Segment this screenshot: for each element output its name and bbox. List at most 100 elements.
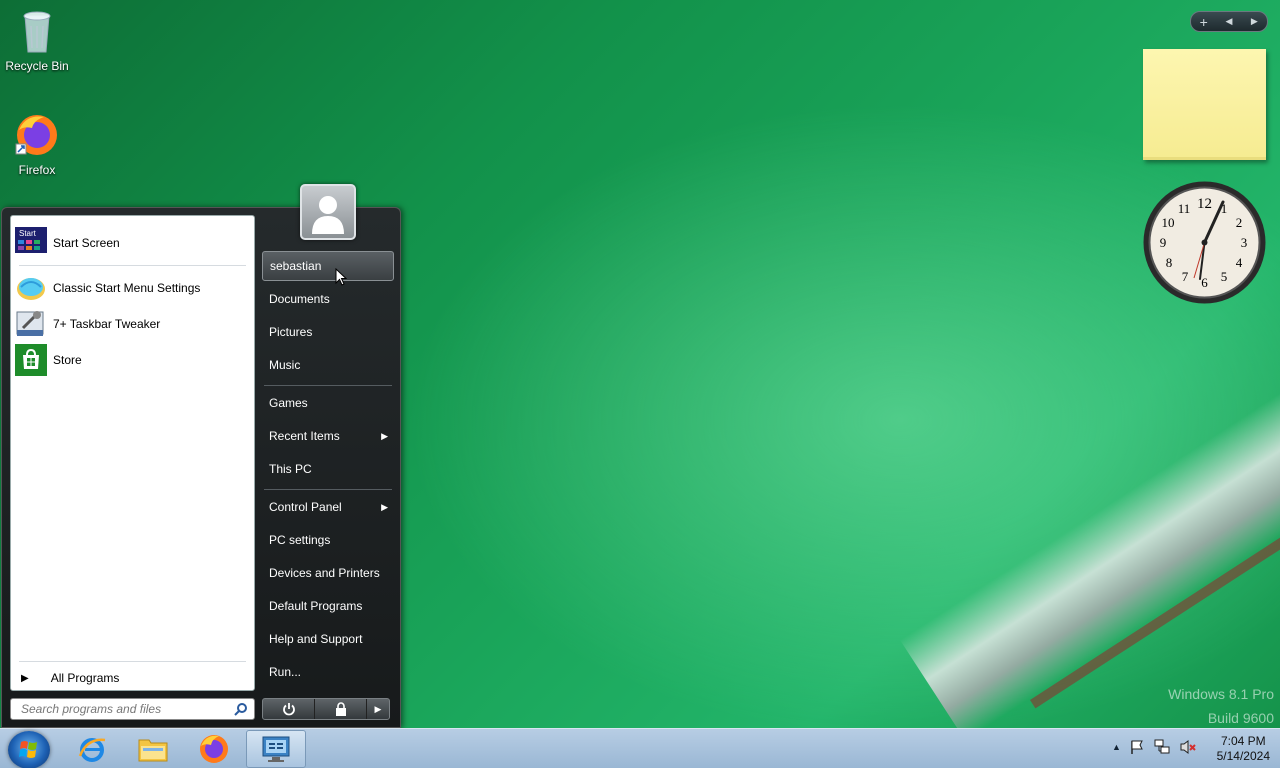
menu-item-label: Pictures: [269, 325, 313, 339]
power-buttons: ▶: [262, 698, 390, 720]
menu-item-this-pc[interactable]: This PC: [262, 454, 394, 484]
os-watermark-build: Build 9600: [1207, 710, 1274, 726]
menu-item-label: Help and Support: [269, 632, 363, 646]
start-button[interactable]: [8, 731, 50, 768]
analog-clock-face: 12 1 2 3 4 5 6 7 8 9 10 11: [1143, 181, 1266, 304]
os-watermark-edition: Windows 8.1 Pro: [1168, 686, 1274, 702]
menu-item-label: Control Panel: [269, 500, 342, 514]
control-panel-icon: [262, 736, 290, 762]
network-icon[interactable]: [1153, 739, 1171, 755]
clock-number: 5: [1221, 269, 1228, 284]
menu-item-documents[interactable]: Documents: [262, 284, 394, 314]
pinned-item-label: 7+ Taskbar Tweaker: [53, 317, 161, 331]
clock-number: 7: [1182, 269, 1189, 284]
menu-item-label: Music: [269, 358, 301, 372]
clock-number: 3: [1241, 235, 1248, 250]
taskbar-control-panel[interactable]: [246, 730, 306, 768]
clock-gadget[interactable]: 12 1 2 3 4 5 6 7 8 9 10 11: [1142, 180, 1267, 305]
programs-separator: [19, 265, 246, 266]
pinned-item-label: Classic Start Menu Settings: [53, 281, 201, 295]
menu-item-label: Run...: [269, 665, 302, 679]
system-tray: ▲: [1112, 739, 1197, 755]
taskbar-internet-explorer[interactable]: [62, 730, 122, 768]
pinned-store[interactable]: Store: [15, 343, 251, 377]
store-icon: [15, 344, 47, 376]
pinned-classic-start-menu-settings[interactable]: Classic Start Menu Settings: [15, 271, 251, 305]
action-center-flag-icon[interactable]: [1129, 739, 1145, 755]
taskbar: ▲ 7:04 PM 5/14/2024: [0, 728, 1280, 768]
prev-gadget-button[interactable]: ◀: [1216, 16, 1241, 27]
submenu-arrow-icon: ▶: [381, 501, 388, 512]
triangle-right-icon: ▶: [374, 703, 382, 714]
sticky-note-gadget[interactable]: [1143, 49, 1266, 160]
menu-item-label: Documents: [269, 292, 330, 306]
clock-number: 6: [1201, 275, 1208, 290]
menu-item-run[interactable]: Run...: [262, 657, 394, 687]
menu-item-label: Default Programs: [269, 599, 363, 613]
all-programs-separator: [19, 661, 246, 662]
clock-time: 7:04 PM: [1220, 734, 1266, 748]
menu-item-games[interactable]: Games: [262, 388, 394, 418]
search-icon: [234, 702, 248, 719]
user-avatar[interactable]: [300, 184, 356, 240]
desktop-icon-label: Firefox: [18, 163, 56, 177]
wallpaper-streak: [1030, 482, 1280, 709]
clock-date: 5/14/2024: [1216, 749, 1270, 763]
taskbar-file-explorer[interactable]: [123, 730, 183, 768]
pinned-item-label: Start Screen: [53, 236, 120, 250]
menu-separator: [264, 385, 392, 386]
power-options-button[interactable]: ▶: [367, 699, 389, 719]
pinned-taskbar-tweaker[interactable]: 7+ Taskbar Tweaker: [15, 307, 251, 341]
gadget-toolbar: + ◀ ▶: [1190, 11, 1268, 32]
all-programs-button[interactable]: ▶ All Programs: [21, 668, 119, 688]
menu-item-label: Games: [269, 396, 308, 410]
all-programs-label: All Programs: [50, 671, 120, 685]
menu-separator: [264, 489, 392, 490]
menu-item-music[interactable]: Music: [262, 350, 394, 380]
clock-number: 10: [1162, 215, 1175, 230]
recycle-bin-icon: [0, 8, 74, 57]
power-icon: [282, 703, 295, 716]
shutdown-button[interactable]: [263, 699, 315, 719]
mouse-cursor-icon: [335, 268, 347, 286]
add-gadget-button[interactable]: +: [1191, 14, 1216, 30]
menu-item-recent-items[interactable]: Recent Items ▶: [262, 421, 394, 451]
volume-muted-icon[interactable]: [1179, 739, 1197, 755]
triangle-right-icon: ▶: [21, 672, 29, 684]
windows-logo-icon: [19, 741, 37, 758]
show-hidden-icons-button[interactable]: ▲: [1112, 742, 1121, 752]
menu-item-pictures[interactable]: Pictures: [262, 317, 394, 347]
menu-item-control-panel[interactable]: Control Panel ▶: [262, 492, 394, 522]
desktop-icon-label: Recycle Bin: [5, 59, 69, 73]
search-input[interactable]: Search programs and files: [10, 698, 255, 720]
menu-item-user[interactable]: sebastian: [262, 251, 394, 281]
menu-item-label: Recent Items: [269, 429, 340, 443]
menu-item-label: Devices and Printers: [269, 566, 380, 580]
menu-item-help-support[interactable]: Help and Support: [262, 624, 394, 654]
clock-number: 8: [1166, 255, 1173, 270]
lock-icon: [335, 702, 346, 716]
clock-number: 9: [1160, 235, 1167, 250]
search-placeholder: Search programs and files: [21, 702, 162, 716]
firefox-icon: [200, 735, 228, 763]
taskbar-tweaker-icon: [15, 308, 47, 340]
menu-item-label: This PC: [269, 462, 312, 476]
menu-item-default-programs[interactable]: Default Programs: [262, 591, 394, 621]
menu-item-label: PC settings: [269, 533, 331, 547]
submenu-arrow-icon: ▶: [381, 430, 388, 441]
next-gadget-button[interactable]: ▶: [1242, 16, 1267, 27]
firefox-icon: [0, 112, 74, 161]
menu-item-label: sebastian: [270, 259, 322, 273]
classic-shell-icon: [15, 272, 47, 304]
taskbar-clock[interactable]: 7:04 PM 5/14/2024: [1217, 734, 1270, 764]
menu-item-devices-printers[interactable]: Devices and Printers: [262, 558, 394, 588]
taskbar-firefox[interactable]: [184, 730, 244, 768]
clock-number: 11: [1178, 201, 1191, 216]
desktop-icon-firefox[interactable]: Firefox: [0, 112, 74, 177]
folder-icon: [138, 739, 168, 762]
pinned-start-screen[interactable]: Start Start Screen: [15, 226, 251, 260]
menu-item-pc-settings[interactable]: PC settings: [262, 525, 394, 555]
desktop-icon-recycle-bin[interactable]: Recycle Bin: [0, 8, 74, 73]
lock-button[interactable]: [315, 699, 367, 719]
wallpaper-streak: [900, 313, 1280, 741]
